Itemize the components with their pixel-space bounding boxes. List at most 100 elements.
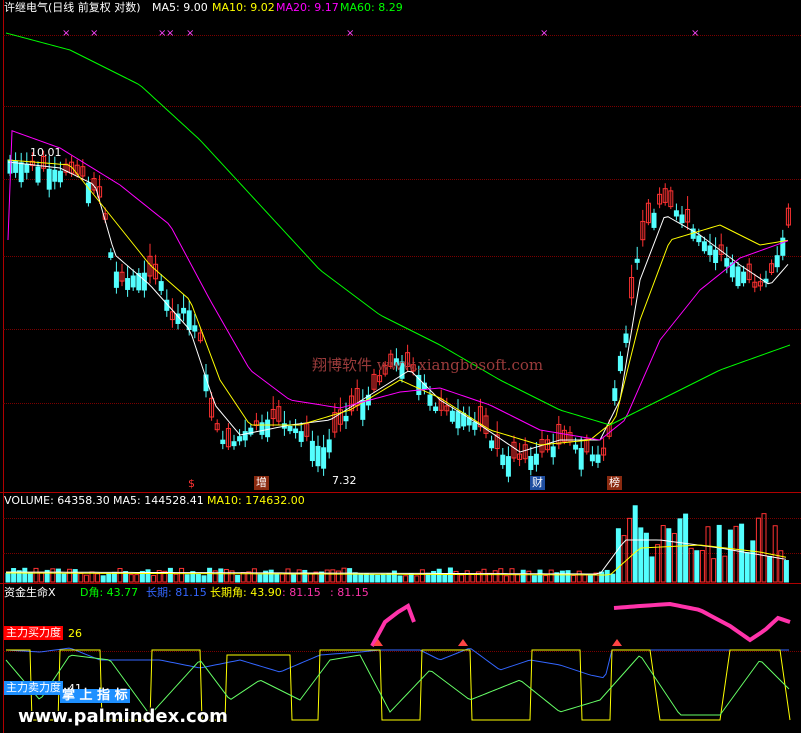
indicator-name: 资金生命X bbox=[4, 586, 56, 599]
volume-bar bbox=[397, 575, 403, 583]
price-candle bbox=[696, 235, 702, 243]
volume-bar bbox=[11, 568, 17, 583]
volume-bar bbox=[537, 569, 543, 583]
volume-bar bbox=[711, 558, 717, 583]
event-marker-additional-issue[interactable]: 增 bbox=[254, 476, 269, 490]
volume-bar bbox=[615, 528, 621, 583]
buy-signal-arrow bbox=[612, 639, 622, 646]
volume-bar bbox=[419, 569, 425, 583]
volume-bar bbox=[78, 572, 84, 583]
volume-bar bbox=[195, 574, 201, 583]
top-cross-marker: × bbox=[691, 28, 699, 39]
volume-bar bbox=[666, 528, 672, 583]
volume-bar bbox=[380, 573, 386, 583]
top-cross-marker: × bbox=[90, 28, 98, 39]
price-candle bbox=[113, 271, 119, 288]
price-candle bbox=[550, 446, 556, 458]
volume-bar bbox=[509, 568, 515, 583]
volume-bar bbox=[33, 567, 39, 583]
volume-bar bbox=[610, 573, 616, 583]
price-candle bbox=[24, 163, 30, 173]
volume-bar bbox=[767, 555, 773, 583]
volume-bar bbox=[627, 517, 633, 583]
low-price-label: 7.32 bbox=[332, 474, 357, 487]
event-marker-financial-report[interactable]: 财 bbox=[530, 476, 545, 490]
volume-bar bbox=[341, 567, 347, 583]
buy-signal-arrow bbox=[458, 639, 468, 646]
volume-bar bbox=[414, 575, 420, 583]
volume-bar bbox=[744, 552, 750, 583]
volume-bar bbox=[307, 573, 313, 583]
volume-bar bbox=[481, 568, 487, 583]
volume-bar bbox=[128, 574, 134, 583]
volume-bar bbox=[151, 574, 157, 583]
price-candle bbox=[724, 258, 730, 267]
indicator-long-term-line bbox=[5, 647, 789, 679]
price-candle bbox=[125, 278, 131, 290]
price-candle bbox=[427, 394, 433, 406]
price-candle bbox=[595, 454, 601, 463]
volume-bar bbox=[358, 573, 364, 583]
volume-bar bbox=[694, 550, 700, 583]
indicator-value-b: : 81.15 bbox=[330, 586, 369, 599]
price-candle bbox=[573, 444, 579, 450]
price-candle bbox=[130, 275, 136, 288]
volume-bar bbox=[268, 569, 274, 583]
ma20-line bbox=[7, 130, 789, 441]
price-candle bbox=[18, 162, 24, 183]
volume-bar bbox=[783, 560, 789, 583]
ma10-legend: MA10: 9.02 bbox=[212, 1, 275, 14]
price-candle bbox=[455, 411, 461, 429]
volume-bar bbox=[296, 569, 302, 583]
price-candle bbox=[231, 441, 237, 447]
price-candle bbox=[108, 252, 114, 258]
volume-bar bbox=[548, 569, 554, 583]
price-candle bbox=[617, 355, 623, 372]
volume-bar bbox=[587, 575, 593, 583]
palm-index-badge[interactable]: 掌 上 指 标 bbox=[60, 689, 130, 703]
price-candle bbox=[623, 333, 629, 343]
price-candle bbox=[321, 447, 327, 469]
indicator-long-term-angle: 长期角: 43.90 bbox=[210, 586, 282, 599]
volume-bar bbox=[95, 573, 101, 583]
price-candle bbox=[293, 428, 299, 434]
price-candle bbox=[265, 419, 271, 438]
volume-bar bbox=[72, 569, 78, 583]
ma60-legend: MA60: 8.29 bbox=[340, 1, 403, 14]
volume-bar bbox=[201, 575, 207, 583]
volume-bar bbox=[683, 513, 689, 583]
price-candle bbox=[433, 406, 439, 412]
price-candle bbox=[528, 455, 534, 470]
volume-bar bbox=[436, 568, 442, 583]
volume-bar bbox=[285, 568, 291, 583]
top-cross-marker: × bbox=[62, 28, 70, 39]
volume-ma10-legend: MA10: 174632.00 bbox=[207, 494, 305, 507]
volume-bar bbox=[184, 574, 190, 583]
volume-bar bbox=[218, 568, 224, 583]
price-candle bbox=[315, 445, 321, 467]
volume-bar bbox=[257, 574, 263, 583]
price-candle bbox=[326, 439, 332, 453]
volume-bar bbox=[27, 572, 33, 583]
volume-bar bbox=[571, 574, 577, 583]
ma20-legend: MA20: 9.17 bbox=[276, 1, 339, 14]
volume-bar bbox=[302, 569, 308, 583]
volume-bar bbox=[279, 573, 285, 583]
price-candle bbox=[192, 325, 198, 332]
top-cross-marker: × bbox=[166, 28, 174, 39]
volume-bar bbox=[106, 572, 112, 583]
volume-bar bbox=[604, 569, 610, 583]
top-cross-marker: × bbox=[346, 28, 354, 39]
volume-bar bbox=[274, 572, 280, 583]
volume-bar bbox=[643, 532, 649, 583]
event-marker-top-list[interactable]: 榜 bbox=[607, 476, 622, 490]
stock-title: 许继电气(日线 前复权 对数) bbox=[4, 1, 141, 14]
volume-bar bbox=[347, 568, 353, 583]
volume-bar bbox=[375, 574, 381, 583]
price-candle bbox=[713, 249, 719, 263]
volume-bar bbox=[733, 525, 739, 583]
price-candle bbox=[679, 214, 685, 224]
volume-bar bbox=[559, 570, 565, 583]
volume-bar bbox=[498, 568, 504, 583]
event-marker-dividend[interactable]: $ bbox=[186, 477, 197, 491]
